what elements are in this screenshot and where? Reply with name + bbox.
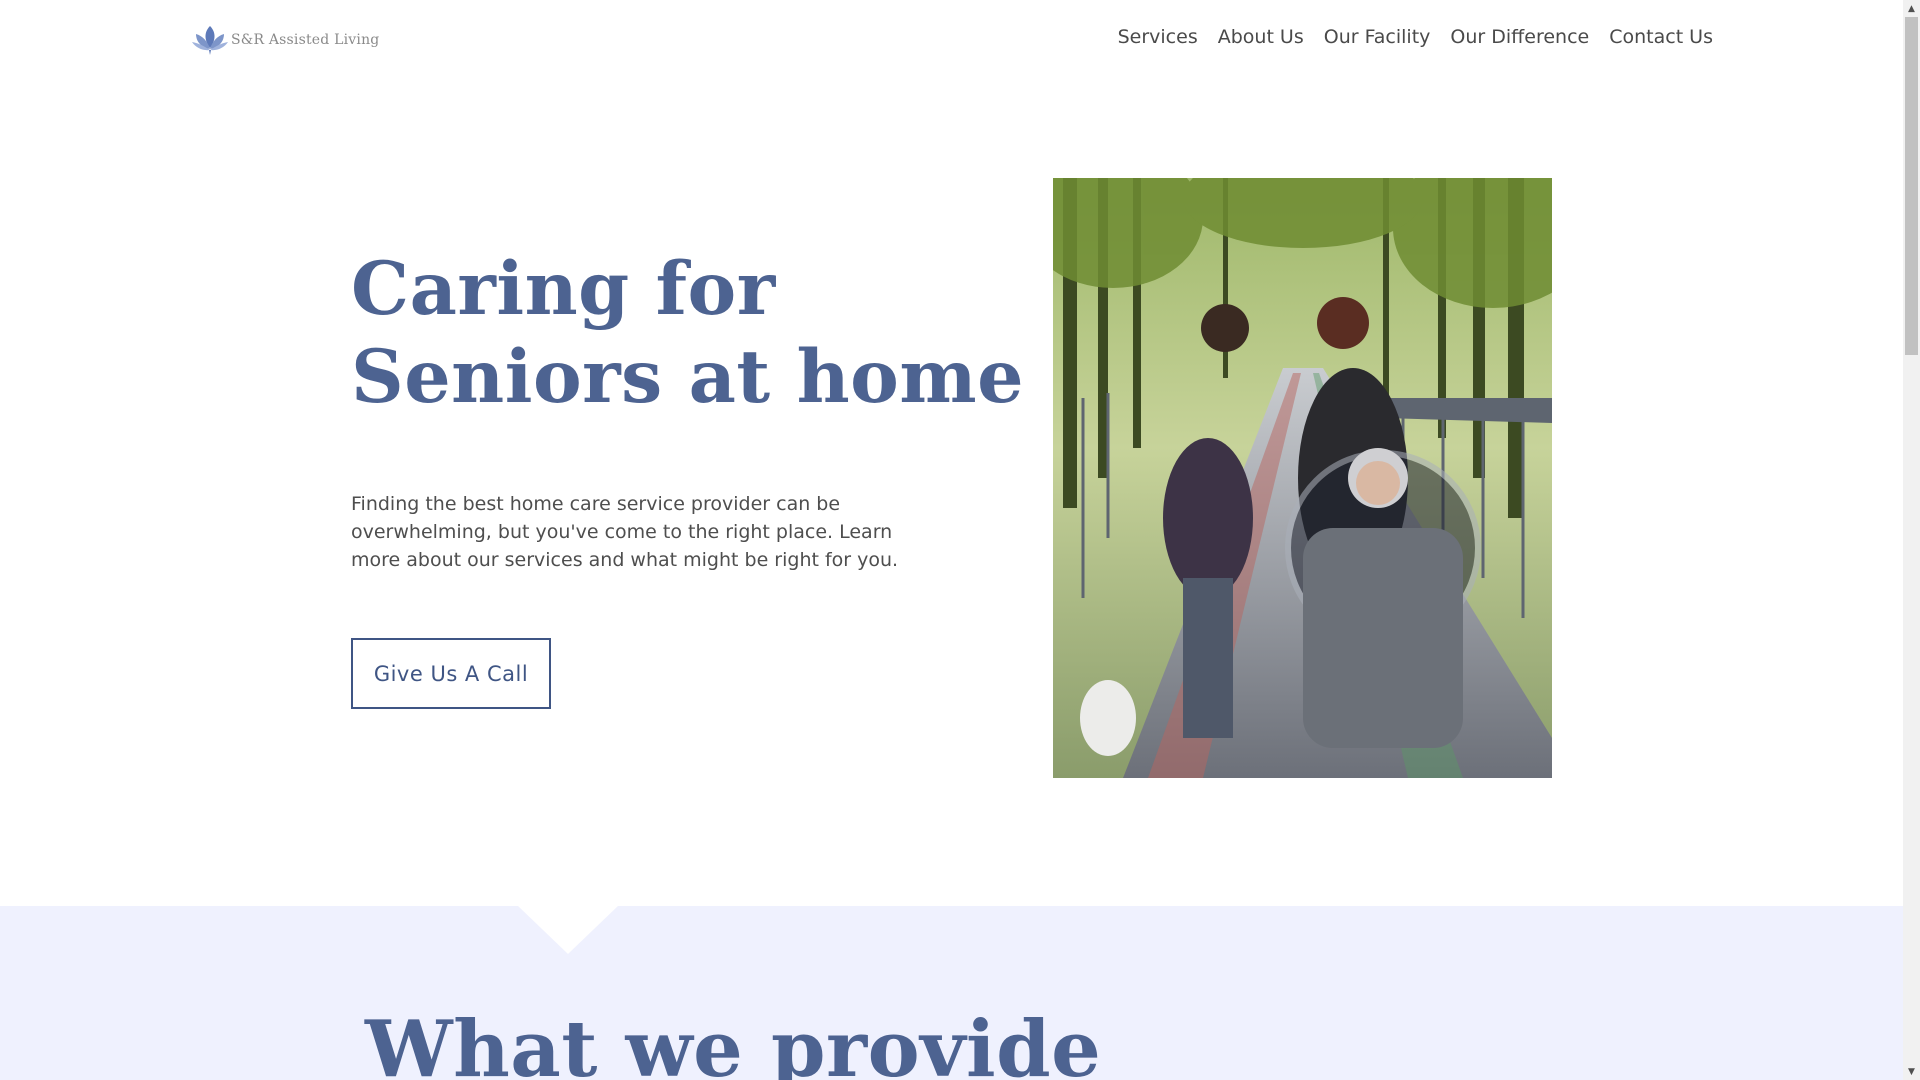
provide-title: What we provide: [365, 1004, 1102, 1080]
site-header: S&R Assisted Living Services About Us Ou…: [0, 0, 1903, 82]
nav-link-services[interactable]: Services: [1118, 26, 1198, 48]
scroll-up-arrow-icon[interactable]: ▲: [1903, 0, 1920, 17]
nav-link-our-facility[interactable]: Our Facility: [1324, 26, 1431, 48]
nav-link-our-difference[interactable]: Our Difference: [1450, 26, 1589, 48]
logo[interactable]: S&R Assisted Living: [190, 22, 379, 58]
section-notch: [518, 906, 618, 954]
logo-text: S&R Assisted Living: [231, 32, 380, 48]
page: S&R Assisted Living Services About Us Ou…: [0, 0, 1920, 1080]
give-us-a-call-button[interactable]: Give Us A Call: [351, 638, 551, 709]
hero-title: Caring for Seniors at home: [351, 246, 1025, 420]
nav-link-contact-us[interactable]: Contact Us: [1609, 26, 1713, 48]
scrollbar[interactable]: ▲ ▼: [1903, 0, 1920, 1080]
hero-description: Finding the best home care service provi…: [351, 493, 899, 571]
hero-photo: [1053, 178, 1552, 778]
scrollbar-thumb[interactable]: [1905, 17, 1918, 355]
main-nav: Services About Us Our Facility Our Diffe…: [1118, 26, 1713, 48]
scroll-down-arrow-icon[interactable]: ▼: [1903, 1063, 1920, 1080]
nav-link-about-us[interactable]: About Us: [1218, 26, 1304, 48]
lotus-icon: [192, 26, 228, 55]
